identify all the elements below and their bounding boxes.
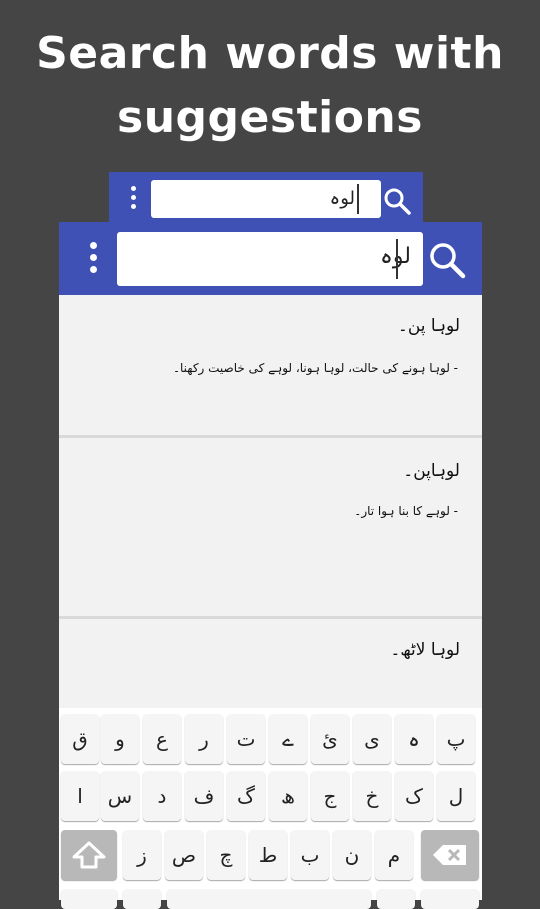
key[interactable]: ص [165,830,203,880]
list-item[interactable]: لوہا لاٹھ۔ [59,619,482,709]
keyboard-bottom-key[interactable] [421,889,479,909]
shift-key[interactable] [61,830,117,880]
key[interactable]: ی [353,714,391,764]
space-key[interactable] [167,889,371,909]
key[interactable]: ا [61,771,99,821]
key[interactable]: ک [395,771,433,821]
key[interactable]: ب [291,830,329,880]
search-icon[interactable] [427,240,467,280]
shift-icon [72,841,106,869]
keyboard-bottom-key[interactable] [61,889,117,909]
key[interactable]: ط [249,830,287,880]
key[interactable]: ج [311,771,349,821]
backspace-icon [433,845,466,865]
key[interactable]: ت [227,714,265,764]
key[interactable]: چ [207,830,245,880]
more-vert-icon[interactable] [87,242,101,276]
text-cursor [396,239,398,279]
key[interactable]: س [101,771,139,821]
key[interactable]: ن [333,830,371,880]
key[interactable]: خ [353,771,391,821]
list-item[interactable]: لوہاپن۔ - لوہے کا بنا ہوا تار۔ [59,438,482,616]
key[interactable]: ع [143,714,181,764]
back-search-query: لوہ [329,188,355,209]
key[interactable]: م [375,830,413,880]
result-meaning: - لوہا ہونے کی حالت، لوہا ہونا، لوہے کی … [172,361,458,375]
keyboard-bottom-key[interactable] [377,889,415,909]
result-meaning: - لوہے کا بنا ہوا تار۔ [354,504,458,518]
key[interactable]: د [143,771,181,821]
key[interactable]: ف [185,771,223,821]
keyboard-bottom-key[interactable] [123,889,161,909]
more-vert-icon[interactable] [128,186,140,212]
backspace-key[interactable] [421,830,479,880]
key[interactable]: گ [227,771,265,821]
result-word: لوہا پن۔ [397,316,460,336]
key[interactable]: ئ [311,714,349,764]
result-word: لوہا لاٹھ۔ [390,640,460,660]
keyboard: پ ہ ی ئ ے ت ر ع و ق ل ک خ ج ھ گ ف د س ا … [59,708,482,909]
headline-line-2: suggestions [117,92,423,143]
text-cursor [357,184,359,214]
search-input[interactable]: لوہ [117,232,423,286]
promo-headline: Search words with suggestions [0,22,540,150]
search-icon[interactable] [382,186,412,216]
key[interactable]: ق [61,714,99,764]
list-item[interactable]: لوہا پن۔ - لوہا ہونے کی حالت، لوہا ہونا،… [59,295,482,435]
headline-line-1: Search words with [36,28,504,79]
key[interactable]: ز [123,830,161,880]
key[interactable]: ر [185,714,223,764]
key[interactable]: ے [269,714,307,764]
back-search-input[interactable]: لوہ [151,180,381,218]
result-word: لوہاپن۔ [403,461,460,481]
key[interactable]: ل [437,771,475,821]
key[interactable]: ہ [395,714,433,764]
key[interactable]: ھ [269,771,307,821]
key[interactable]: و [101,714,139,764]
key[interactable]: پ [437,714,475,764]
